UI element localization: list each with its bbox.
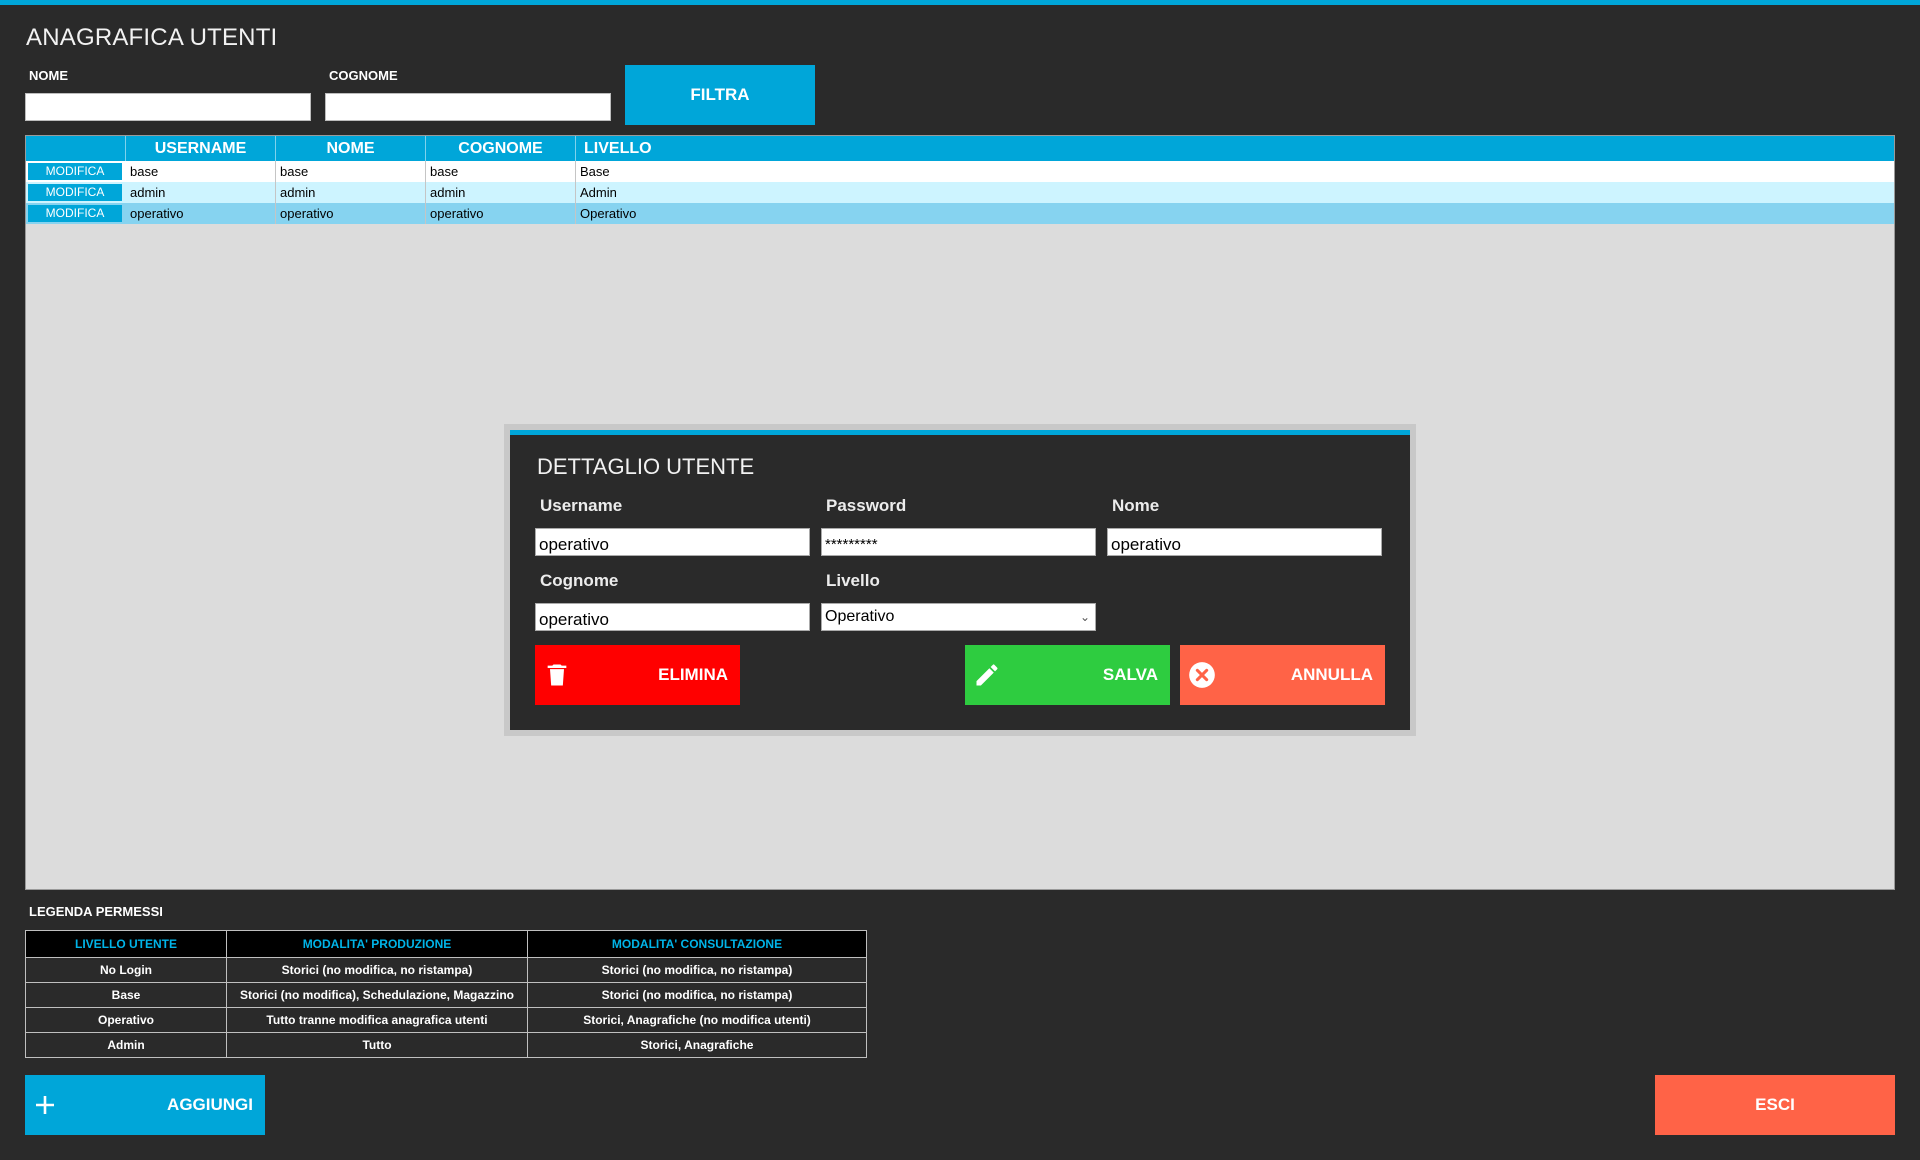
legend-cell: Storici (no modifica, no ristampa) (527, 957, 867, 983)
grid-header: USERNAME NOME COGNOME LIVELLO (26, 136, 1894, 161)
table-row-selected[interactable]: MODIFICA operativo operativo operativo O… (26, 203, 1894, 224)
legend-title: LEGENDA PERMESSI (29, 904, 163, 919)
legend-header-consultazione: MODALITA' CONSULTAZIONE (527, 930, 867, 958)
grid-header-nome[interactable]: NOME (276, 136, 426, 161)
legend-cell: Tutto (226, 1032, 528, 1058)
nome-field[interactable]: operativo (1107, 528, 1382, 556)
salva-button[interactable]: SALVA (965, 645, 1170, 705)
table-row[interactable]: MODIFICA base base base Base (26, 161, 1894, 182)
annulla-button[interactable]: ANNULLA (1180, 645, 1385, 705)
legend-cell: Operativo (25, 1007, 227, 1033)
legend-row: Operativo Tutto tranne modifica anagrafi… (25, 1007, 867, 1033)
permissions-legend-table: LIVELLO UTENTE MODALITA' PRODUZIONE MODA… (25, 930, 867, 1058)
annulla-label: ANNULLA (1290, 665, 1373, 684)
trash-icon (547, 664, 567, 686)
pencil-icon (976, 664, 998, 686)
legend-cell: No Login (25, 957, 227, 983)
modifica-button[interactable]: MODIFICA (28, 205, 122, 222)
dialog-accent-bar (510, 430, 1410, 435)
grid-header-action (26, 136, 126, 161)
aggiungi-label: AGGIUNGI (167, 1095, 253, 1114)
filter-nome-label: NOME (29, 68, 68, 83)
cell-nome: base (276, 161, 426, 182)
close-circle-icon (1189, 662, 1215, 688)
cell-cognome: base (426, 161, 576, 182)
legend-row: No Login Storici (no modifica, no ristam… (25, 957, 867, 983)
cell-livello: Admin (580, 185, 617, 200)
cell-livello: Base (580, 164, 610, 179)
filter-cognome-input[interactable] (325, 93, 611, 121)
table-row[interactable]: MODIFICA admin admin admin Admin (26, 182, 1894, 203)
cell-nome: operativo (276, 203, 426, 224)
livello-select[interactable]: Operativo ⌄ (821, 603, 1096, 631)
cell-cognome: operativo (426, 203, 576, 224)
cell-username: operativo (126, 203, 276, 224)
legend-cell: Storici (no modifica), Schedulazione, Ma… (226, 982, 528, 1008)
dialog-title: DETTAGLIO UTENTE (537, 454, 755, 479)
legend-cell: Storici (no modifica, no ristampa) (226, 957, 528, 983)
legend-cell: Base (25, 982, 227, 1008)
legend-header-livello: LIVELLO UTENTE (25, 930, 227, 958)
filter-cognome-label: COGNOME (329, 68, 398, 83)
legend-row: Base Storici (no modifica), Schedulazion… (25, 982, 867, 1008)
filtra-button[interactable]: FILTRA (625, 65, 815, 125)
esci-button[interactable]: ESCI (1655, 1075, 1895, 1135)
cell-nome: admin (276, 182, 426, 203)
username-label: Username (540, 496, 623, 515)
page-title: ANAGRAFICA UTENTI (26, 24, 278, 51)
cell-username: admin (126, 182, 276, 203)
grid-header-username[interactable]: USERNAME (126, 136, 276, 161)
salva-label: SALVA (1102, 665, 1158, 684)
top-accent-bar (0, 0, 1920, 5)
cell-livello: Operativo (580, 206, 637, 221)
elimina-label: ELIMINA (658, 665, 728, 684)
password-field[interactable]: ********* (821, 528, 1096, 556)
plus-icon (36, 1096, 54, 1114)
legend-cell: Storici, Anagrafiche (no modifica utenti… (527, 1007, 867, 1033)
aggiungi-button[interactable]: AGGIUNGI (25, 1075, 265, 1135)
nome-label: Nome (1112, 496, 1160, 515)
cognome-field[interactable]: operativo (535, 603, 810, 631)
cell-username: base (126, 161, 276, 182)
modifica-button[interactable]: MODIFICA (28, 184, 122, 201)
legend-cell: Storici (no modifica, no ristampa) (527, 982, 867, 1008)
username-field[interactable]: operativo (535, 528, 810, 556)
chevron-down-icon: ⌄ (1079, 610, 1090, 624)
legend-header-produzione: MODALITA' PRODUZIONE (226, 930, 528, 958)
filter-nome-input[interactable] (25, 93, 311, 121)
grid-header-livello[interactable]: LIVELLO (576, 136, 659, 161)
legend-cell: Storici, Anagrafiche (527, 1032, 867, 1058)
grid-header-cognome[interactable]: COGNOME (426, 136, 576, 161)
cognome-label: Cognome (540, 571, 619, 590)
elimina-button[interactable]: ELIMINA (535, 645, 740, 705)
password-label: Password (826, 496, 907, 515)
cell-cognome: admin (426, 182, 576, 203)
livello-label: Livello (826, 571, 880, 590)
legend-row: Admin Tutto Storici, Anagrafiche (25, 1032, 867, 1058)
legend-cell: Tutto tranne modifica anagrafica utenti (226, 1007, 528, 1033)
modifica-button[interactable]: MODIFICA (28, 163, 122, 180)
user-detail-dialog: DETTAGLIO UTENTE Username operativo Pass… (510, 430, 1410, 730)
livello-selected-value: Operativo (825, 608, 895, 625)
legend-cell: Admin (25, 1032, 227, 1058)
